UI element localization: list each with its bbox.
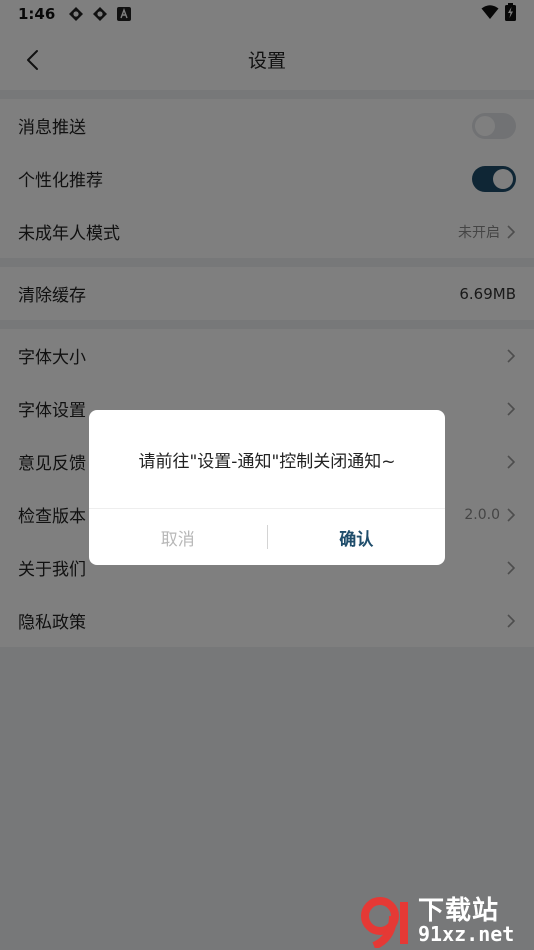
notification-dialog: 请前往"设置-通知"控制关闭通知~ 取消 确认 — [89, 410, 445, 565]
watermark-url-text: 91xz.net — [418, 922, 515, 946]
confirm-button[interactable]: 确认 — [268, 509, 446, 565]
cancel-button[interactable]: 取消 — [89, 509, 267, 565]
watermark: 下载站 91xz.net — [360, 890, 530, 950]
dialog-message: 请前往"设置-通知"控制关闭通知~ — [138, 451, 396, 472]
watermark-logo-icon — [360, 894, 414, 950]
dialog-actions: 取消 确认 — [89, 509, 445, 565]
settings-screen: 1:46 设置 消息推送 个性化推荐 — [0, 0, 534, 950]
